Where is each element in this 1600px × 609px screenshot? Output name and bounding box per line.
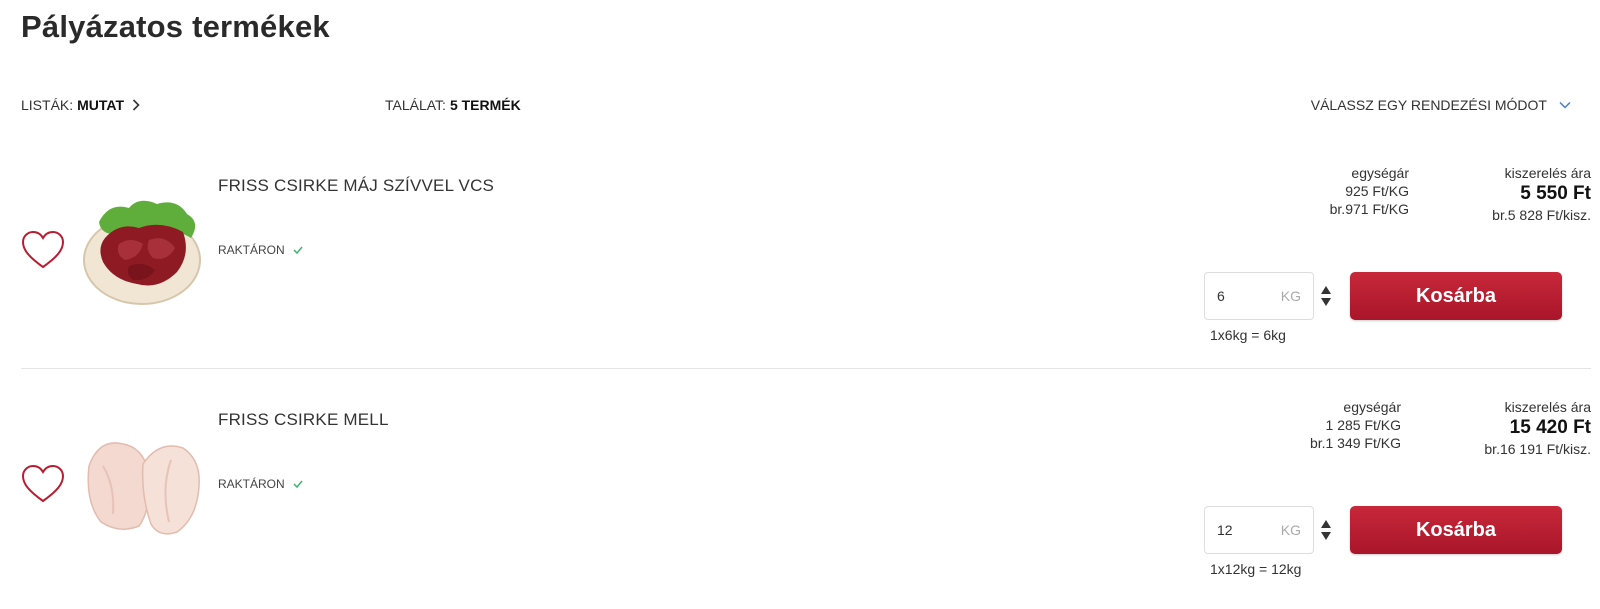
pack-price-gross: br.16 191 Ft/kisz.	[1484, 441, 1591, 457]
pack-price-net: 5 550 Ft	[1520, 183, 1591, 204]
pack-price-net: 15 420 Ft	[1509, 417, 1591, 438]
quantity-conversion: 1x12kg = 12kg	[1210, 561, 1302, 577]
product-image[interactable]	[79, 426, 205, 542]
unit-price-net: 1 285 Ft/KG	[1325, 417, 1401, 433]
unit-price: egységár 925 Ft/KG br.971 Ft/KG	[1330, 164, 1409, 218]
lists-toggle[interactable]: LISTÁK: MUTAT	[21, 97, 140, 113]
heart-icon[interactable]	[21, 464, 65, 504]
results-count: TALÁLAT: 5 TERMÉK	[385, 97, 521, 113]
unit-price-net: 925 Ft/KG	[1345, 183, 1409, 199]
quantity-input[interactable]: 6 KG	[1204, 272, 1314, 320]
product-card: FRISS CSIRKE MÁJ SZÍVVEL VCS RAKTÁRON eg…	[21, 142, 1591, 376]
unit-price-label: egységár	[1343, 399, 1401, 415]
add-to-cart-button[interactable]: Kosárba	[1350, 506, 1562, 554]
sort-label: VÁLASSZ EGY RENDEZÉSI MÓDOT	[1310, 97, 1547, 113]
unit-price: egységár 1 285 Ft/KG br.1 349 Ft/KG	[1310, 398, 1401, 452]
results-label: TALÁLAT:	[385, 97, 446, 113]
check-icon	[293, 246, 303, 254]
pack-price: kiszerelés ára 15 420 Ft br.16 191 Ft/ki…	[1484, 398, 1591, 458]
quantity-unit: KG	[1280, 522, 1301, 538]
add-to-cart-button[interactable]: Kosárba	[1350, 272, 1562, 320]
product-name[interactable]: FRISS CSIRKE MELL	[218, 410, 389, 430]
pack-price-label: kiszerelés ára	[1504, 165, 1591, 181]
sort-dropdown[interactable]: VÁLASSZ EGY RENDEZÉSI MÓDOT	[1311, 97, 1571, 113]
quantity-stepper-icon[interactable]	[1320, 284, 1332, 308]
lists-label: LISTÁK:	[21, 97, 74, 113]
product-image[interactable]	[79, 192, 205, 308]
quantity-value: 12	[1217, 522, 1233, 538]
quantity-conversion: 1x6kg = 6kg	[1210, 327, 1286, 343]
chevron-down-icon	[1559, 101, 1571, 109]
check-icon	[293, 480, 303, 488]
stock-label: RAKTÁRON	[218, 477, 285, 491]
toolbar: LISTÁK: MUTAT TALÁLAT: 5 TERMÉK VÁLASSZ E…	[21, 97, 1591, 117]
pack-price: kiszerelés ára 5 550 Ft br.5 828 Ft/kisz…	[1492, 164, 1591, 224]
stock-status: RAKTÁRON	[218, 477, 303, 491]
product-card: FRISS CSIRKE MELL RAKTÁRON egységár 1 28…	[21, 376, 1591, 609]
results-value: 5 TERMÉK	[449, 97, 521, 113]
quantity-input[interactable]: 12 KG	[1204, 506, 1314, 554]
unit-price-gross: br.971 Ft/KG	[1329, 201, 1409, 217]
stock-label: RAKTÁRON	[218, 243, 285, 257]
chevron-right-icon	[132, 99, 140, 111]
pack-price-gross: br.5 828 Ft/kisz.	[1492, 207, 1591, 223]
heart-icon[interactable]	[21, 230, 65, 270]
quantity-value: 6	[1217, 288, 1225, 304]
pack-price-label: kiszerelés ára	[1504, 399, 1591, 415]
quantity-unit: KG	[1280, 288, 1301, 304]
page-title: Pályázatos termékek	[21, 9, 330, 44]
lists-value: MUTAT	[77, 97, 125, 113]
product-name[interactable]: FRISS CSIRKE MÁJ SZÍVVEL VCS	[218, 176, 494, 196]
unit-price-gross: br.1 349 Ft/KG	[1309, 435, 1401, 451]
unit-price-label: egységár	[1351, 165, 1409, 181]
stock-status: RAKTÁRON	[218, 243, 303, 257]
product-divider	[21, 368, 1591, 369]
quantity-stepper-icon[interactable]	[1320, 518, 1332, 542]
